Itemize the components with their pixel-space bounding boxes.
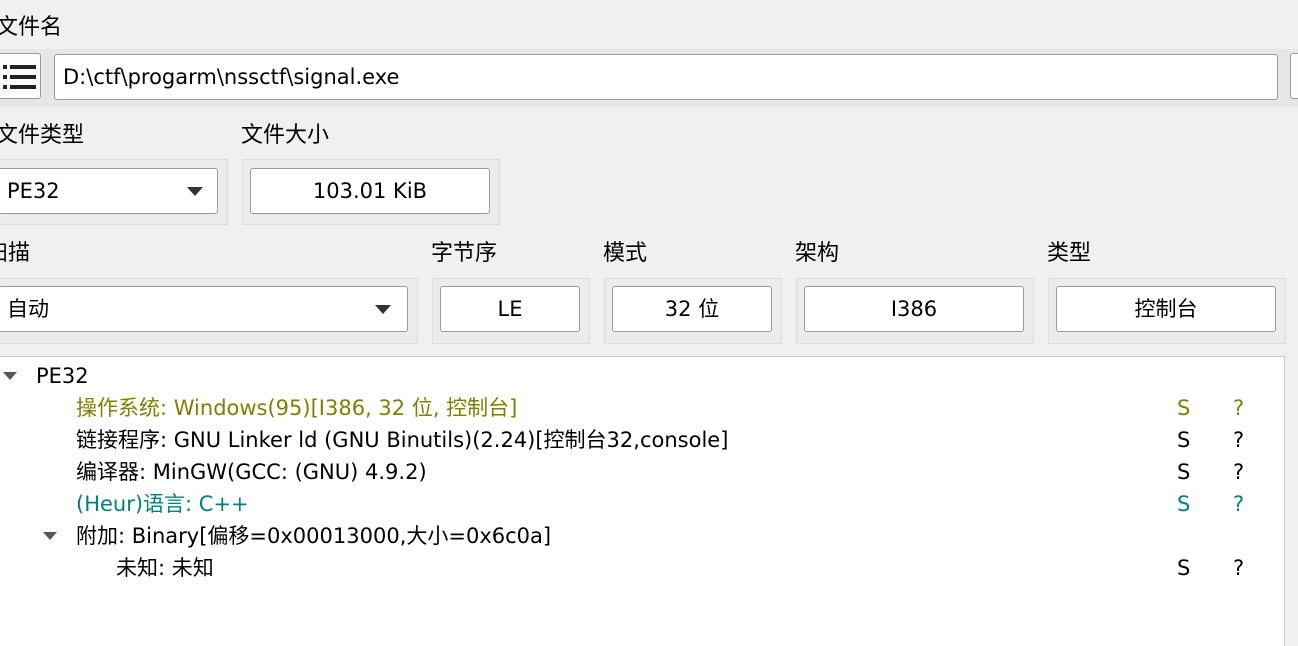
chevron-down-icon	[375, 305, 391, 314]
scan-mode-combo[interactable]: 自动	[0, 286, 408, 332]
file-type-combo[interactable]: PE32	[0, 168, 218, 214]
scan-mode-value: 自动	[7, 297, 49, 321]
tree-row-text: 编译器: MinGW(GCC: (GNU) 4.9.2)	[76, 460, 427, 484]
arch-label: 架构	[795, 241, 840, 266]
mode-field: 32 位	[612, 286, 772, 332]
result-tree[interactable]: PE32 操作系统: Windows(95)[I386, 32 位, 控制台] …	[0, 356, 1285, 646]
list-icon	[3, 65, 36, 89]
open-file-button[interactable]	[1290, 53, 1298, 99]
tree-row-text: 操作系统: Windows(95)[I386, 32 位, 控制台]	[76, 396, 518, 420]
scan-label: 扫描	[0, 241, 31, 266]
tree-row-os[interactable]: 操作系统: Windows(95)[I386, 32 位, 控制台] S ?	[0, 392, 1285, 424]
signature-button[interactable]: S	[1177, 488, 1190, 520]
tree-row-text: 链接程序: GNU Linker ld (GNU Binutils)(2.24)…	[76, 428, 729, 452]
endian-label: 字节序	[431, 241, 498, 266]
tree-row-linker[interactable]: 链接程序: GNU Linker ld (GNU Binutils)(2.24)…	[0, 424, 1285, 456]
file-type-value: PE32	[7, 179, 60, 203]
tree-row-unknown[interactable]: 未知: 未知 S ?	[0, 552, 1285, 584]
tree-row-language[interactable]: (Heur)语言: C++ S ?	[0, 488, 1285, 520]
signature-button[interactable]: S	[1177, 552, 1190, 584]
signature-button[interactable]: S	[1177, 456, 1190, 488]
file-size-field: 103.01 KiB	[250, 168, 490, 214]
info-button[interactable]: ?	[1233, 424, 1244, 456]
info-button[interactable]: ?	[1233, 456, 1244, 488]
file-list-button[interactable]	[0, 53, 41, 99]
type-label: 类型	[1047, 241, 1092, 266]
file-size-label: 文件大小	[241, 123, 330, 148]
info-button[interactable]: ?	[1233, 488, 1244, 520]
signature-button[interactable]: S	[1177, 392, 1190, 424]
expand-arrow-icon[interactable]	[43, 532, 57, 540]
info-button[interactable]: ?	[1233, 552, 1244, 584]
tree-row-compiler[interactable]: 编译器: MinGW(GCC: (GNU) 4.9.2) S ?	[0, 456, 1285, 488]
file-path-input[interactable]: D:\ctf\progarm\nssctf\signal.exe	[54, 54, 1278, 100]
signature-button[interactable]: S	[1177, 424, 1190, 456]
file-name-label: 文件名	[0, 15, 63, 40]
chevron-down-icon	[187, 187, 203, 196]
mode-label: 模式	[603, 241, 648, 266]
tree-root-label: PE32	[36, 364, 89, 388]
tree-row-text: 未知: 未知	[116, 556, 214, 580]
arch-field: I386	[804, 286, 1024, 332]
tree-root-row[interactable]: PE32	[0, 360, 1285, 392]
expand-arrow-icon[interactable]	[3, 372, 17, 380]
endian-field: LE	[440, 286, 580, 332]
file-type-label: 文件类型	[0, 123, 85, 148]
tree-row-text: (Heur)语言: C++	[76, 492, 249, 516]
info-button[interactable]: ?	[1233, 392, 1244, 424]
type-field: 控制台	[1056, 286, 1276, 332]
tree-row-text: 附加: Binary[偏移=0x00013000,大小=0x6c0a]	[76, 524, 552, 548]
tree-row-overlay[interactable]: 附加: Binary[偏移=0x00013000,大小=0x6c0a]	[0, 520, 1285, 552]
